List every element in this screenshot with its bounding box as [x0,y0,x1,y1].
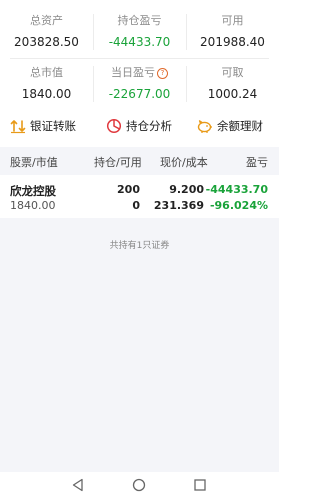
total-assets-cell: 总资产 203828.50 [0,14,93,50]
total-assets-value: 203828.50 [14,35,79,49]
today-pnl-value: -22677.00 [108,87,171,101]
available-cell: 可用 201988.40 [186,14,279,50]
table-row[interactable]: 欣龙控股 1840.00 200 0 9.200 231.369 -44433.… [0,178,279,218]
holdings-table-header: 股票/市值 持仓/可用 现价/成本 盈亏 [0,147,279,175]
bank-transfer-label: 银证转账 [30,119,76,133]
today-pnl-cell: 当日盈亏? -22677.00 [93,66,186,102]
transfer-icon [10,120,26,134]
divider [93,66,94,102]
header-price: 现价/成本 [160,156,208,169]
divider [186,66,187,102]
stock-price: 9.200 [169,183,204,196]
holdings-count-note: 共持有1只证券 [109,241,170,251]
header-position: 持仓/可用 [94,156,142,169]
position-pnl-value: -44433.70 [108,35,171,49]
piggy-bank-icon [197,120,212,133]
withdrawable-value: 1000.24 [207,87,258,101]
position-analysis-button[interactable]: 持仓分析 [106,112,172,140]
withdrawable-label: 可取 [221,66,244,79]
header-stock: 股票/市值 [10,156,58,169]
market-value-label: 总市值 [30,66,63,79]
header-pnl: 盈亏 [246,156,268,169]
question-icon[interactable]: ? [157,68,168,79]
stock-pnl: -44433.70 [205,183,268,196]
stock-pnl-pct: -96.024% [209,199,268,212]
stock-cost: 231.369 [153,199,204,212]
position-pnl-cell: 持仓盈亏 -44433.70 [93,14,186,50]
position-pnl-label: 持仓盈亏 [117,14,162,27]
stock-market-value: 1840.00 [10,199,56,212]
stock-name: 欣龙控股 [10,184,56,198]
home-circle-icon[interactable] [132,478,146,492]
available-value: 201988.40 [200,35,265,49]
withdrawable-cell: 可取 1000.24 [186,66,279,102]
today-pnl-label-wrap: 当日盈亏? [93,66,186,80]
back-triangle-icon[interactable] [71,478,85,492]
balance-finance-label: 余额理财 [217,119,263,133]
action-bar: 银证转账 持仓分析 余额理财 [0,112,279,140]
divider [93,14,94,50]
balance-finance-button[interactable]: 余额理财 [196,112,263,140]
market-value-value: 1840.00 [21,87,72,101]
stock-position: 200 [117,183,140,196]
market-value-cell: 总市值 1840.00 [0,66,93,102]
total-assets-label: 总资产 [30,14,63,27]
divider [186,14,187,50]
divider [10,58,269,59]
account-summary: 总资产 203828.50 持仓盈亏 -44433.70 可用 201988.4… [0,0,279,110]
stock-available: 0 [132,199,140,212]
position-analysis-label: 持仓分析 [126,119,172,133]
holdings-empty-area [0,218,279,472]
system-nav-bar [0,472,279,500]
today-pnl-label: 当日盈亏 [111,66,155,79]
available-label: 可用 [221,14,244,27]
bank-transfer-button[interactable]: 银证转账 [10,112,76,140]
recent-square-icon[interactable] [193,478,207,492]
pie-chart-icon [106,118,122,134]
